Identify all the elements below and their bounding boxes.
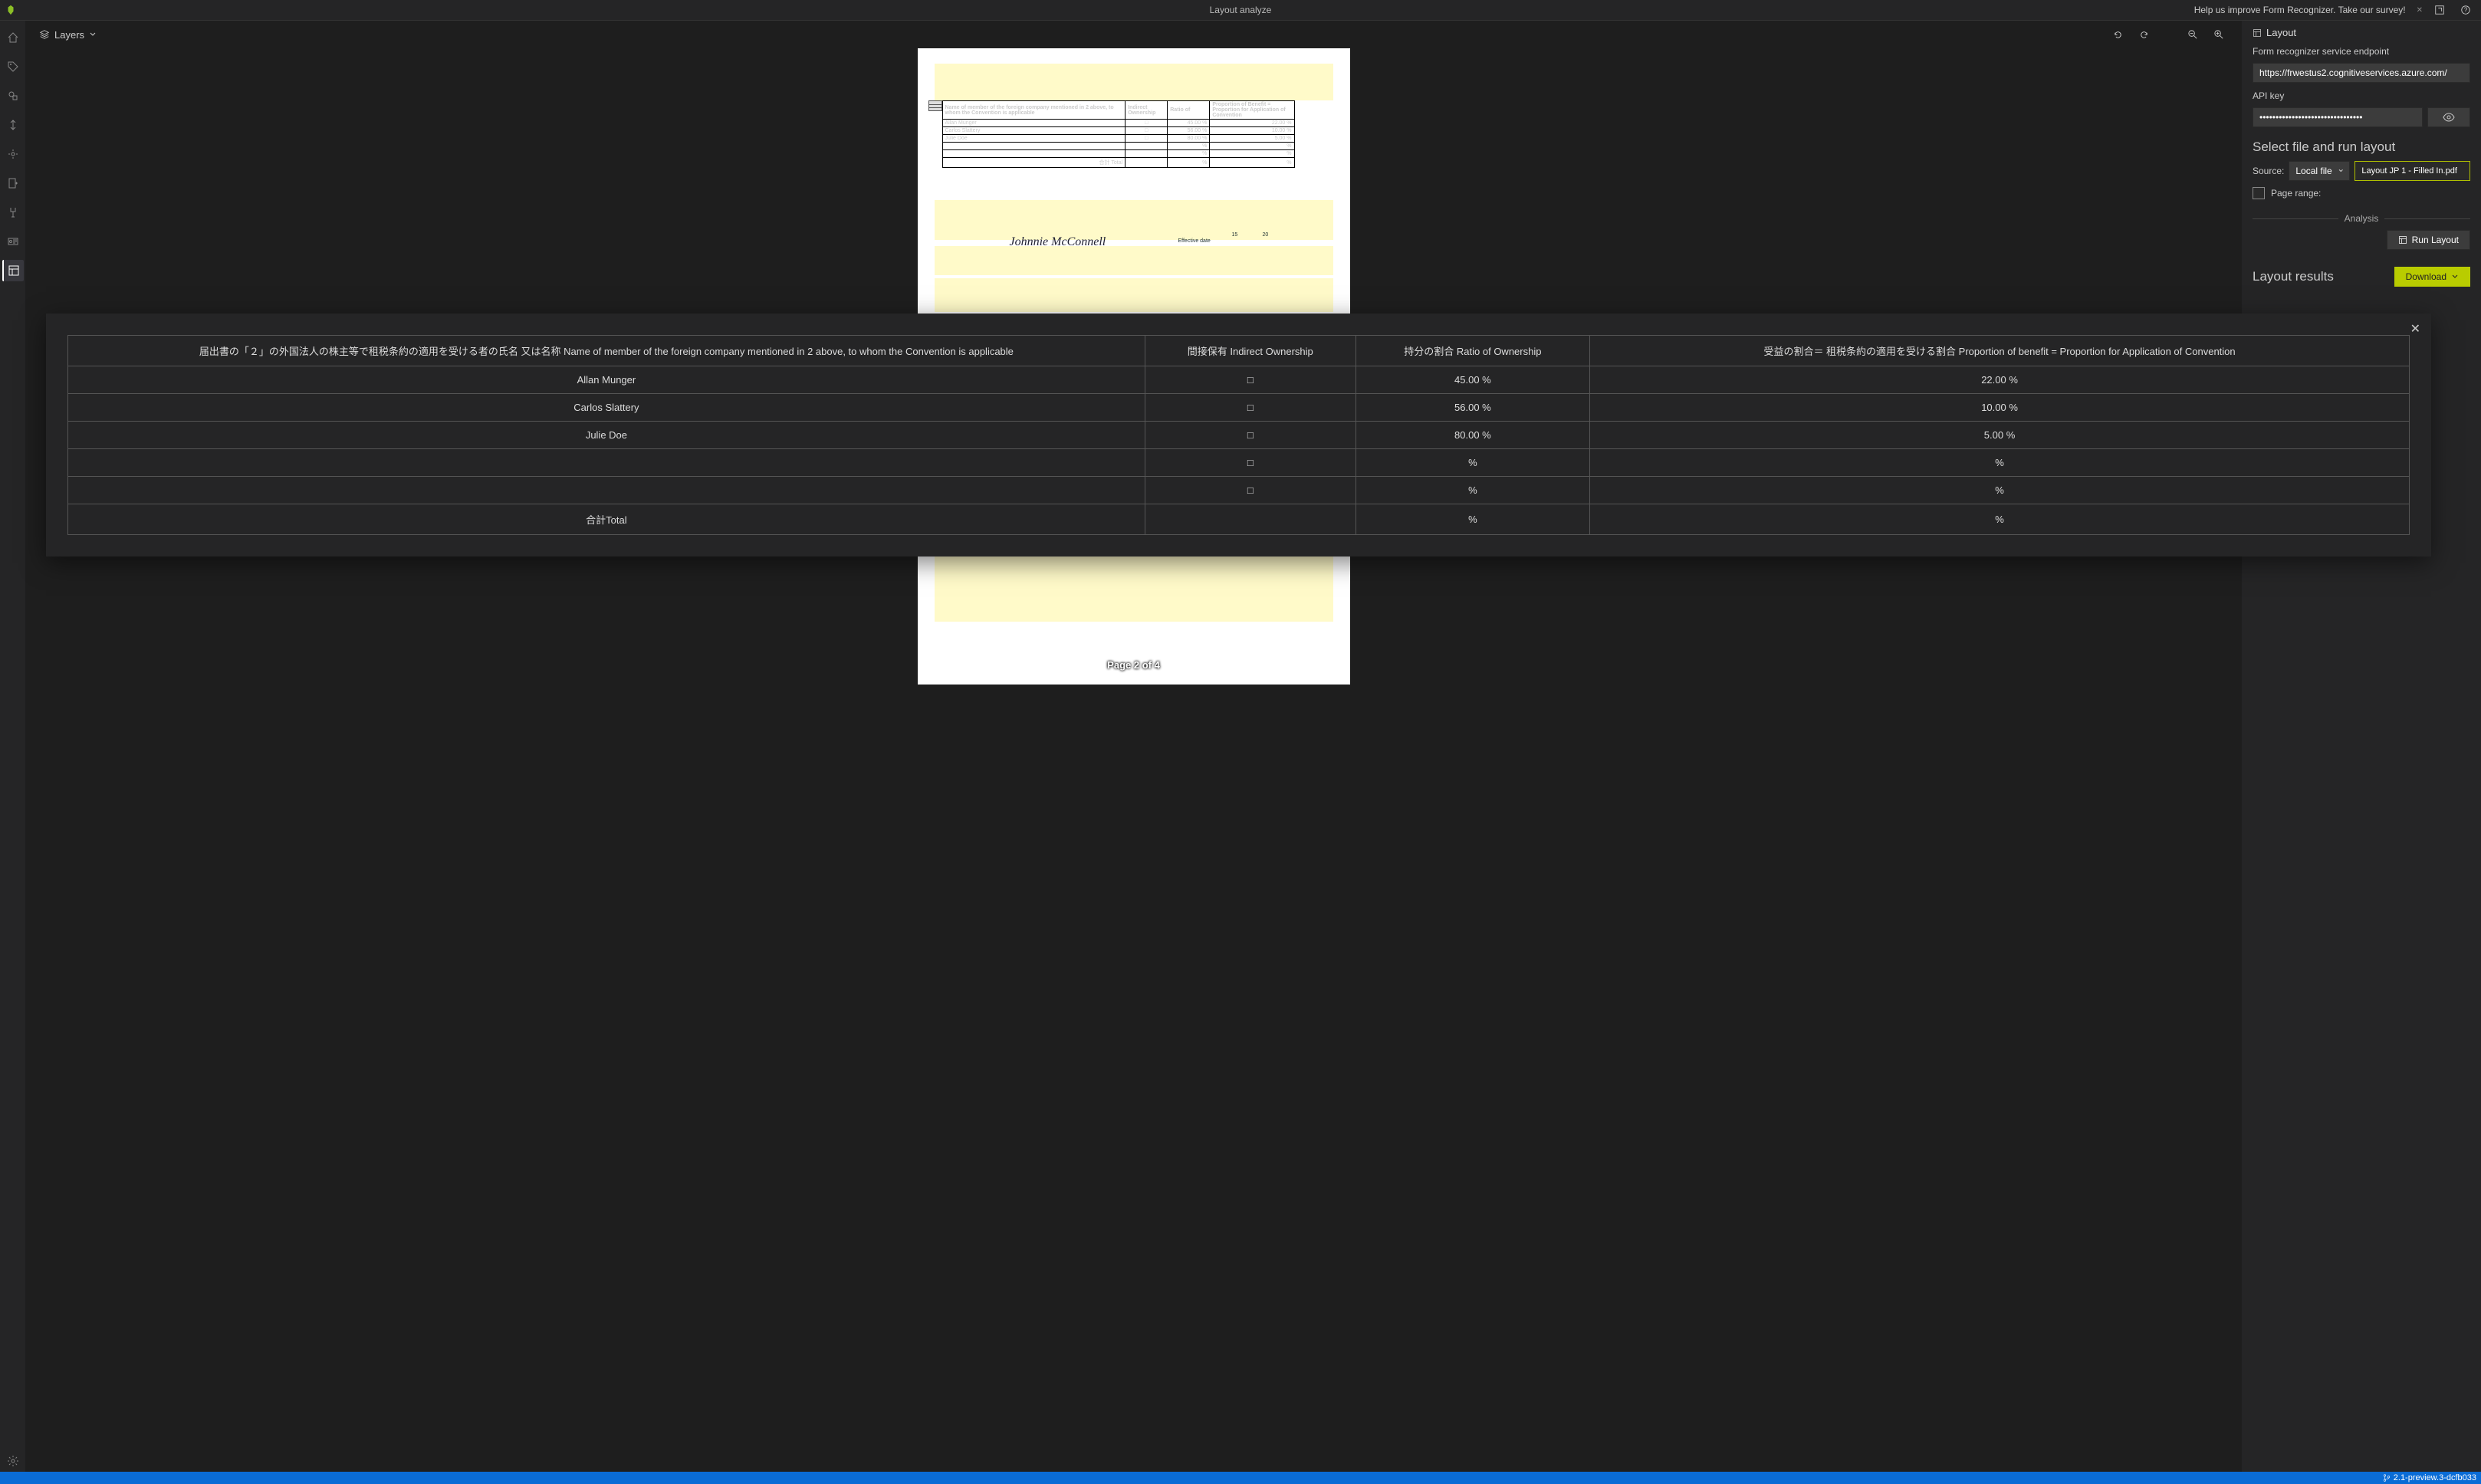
analysis-divider: Analysis	[2253, 213, 2470, 224]
close-icon[interactable]: ✕	[2410, 321, 2420, 337]
layout-heading-text: Layout	[2266, 27, 2296, 38]
run-layout-button[interactable]: Run Layout	[2387, 230, 2470, 250]
table-row: 合計Total%%	[68, 504, 2410, 535]
nav-shapes-icon[interactable]	[2, 85, 24, 107]
version-text: 2.1-preview.3-dcfb033	[2394, 1473, 2476, 1482]
extracted-table: 届出書の「２」の外国法人の株主等で租税条約の適用を受ける者の氏名 又は名称 Na…	[67, 335, 2410, 535]
file-selector[interactable]: Layout JP 1 - Filled In.pdf	[2354, 161, 2470, 181]
table-row: Julie Doe□80.00 %5.00 %	[68, 422, 2410, 449]
title-bar: Layout analyze Help us improve Form Reco…	[0, 0, 2481, 21]
zoom-in-icon[interactable]	[2210, 25, 2228, 44]
document-canvas[interactable]: Name of member of the foreign company me…	[25, 48, 2242, 1472]
svg-text:?: ?	[2464, 7, 2468, 14]
mini-th-2: Indirect Ownership	[1125, 101, 1168, 120]
window-title: Layout analyze	[1210, 5, 1272, 15]
eff-label: Effective date	[1178, 238, 1211, 245]
popout-icon[interactable]	[2430, 1, 2449, 19]
nav-settings-icon[interactable]	[2, 1450, 24, 1472]
source-select[interactable]: Local file	[2289, 161, 2350, 181]
status-bar: 2.1-preview.3-dcfb033	[0, 1472, 2481, 1484]
nav-layout-icon[interactable]	[2, 260, 24, 281]
nav-connect-icon[interactable]	[2, 202, 24, 223]
survey-link[interactable]: Help us improve Form Recognizer. Take ou…	[2194, 5, 2406, 15]
eff-date-y: 15	[1232, 232, 1238, 238]
download-button[interactable]: Download	[2394, 267, 2470, 287]
modal-th-1: 届出書の「２」の外国法人の株主等で租税条約の適用を受ける者の氏名 又は名称 Na…	[68, 336, 1145, 366]
modal-th-3: 持分の割合 Ratio of Ownership	[1356, 336, 1589, 366]
right-panel: Layout Form recognizer service endpoint …	[2242, 21, 2481, 1472]
chevron-down-icon	[2451, 273, 2459, 281]
nav-tag-icon[interactable]	[2, 56, 24, 77]
help-icon[interactable]: ?	[2456, 1, 2475, 19]
chevron-down-icon	[89, 31, 97, 38]
table-indicator-icon[interactable]	[928, 100, 942, 111]
source-label: Source:	[2253, 166, 2284, 176]
table-row: Allan Munger□45.00 %22.00 %	[68, 366, 2410, 394]
page-number: Page 2 of 4	[1107, 659, 1160, 671]
mini-th-4: Proportion of Benefit = Proportion for A…	[1210, 101, 1294, 120]
layout-heading: Layout	[2253, 27, 2470, 38]
select-file-heading: Select file and run layout	[2253, 140, 2470, 155]
mini-th-1: Name of member of the foreign company me…	[942, 101, 1125, 120]
table-modal: ✕ 届出書の「２」の外国法人の株主等で租税条約の適用を受ける者の氏名 又は名称 …	[46, 314, 2431, 556]
endpoint-input[interactable]	[2253, 63, 2470, 83]
signature-text: Johnnie McConnell	[1010, 235, 1106, 249]
mini-extracted-table: Name of member of the foreign company me…	[942, 100, 1295, 168]
undo-icon[interactable]	[2108, 25, 2127, 44]
apikey-label: API key	[2253, 90, 2470, 101]
endpoint-label: Form recognizer service endpoint	[2253, 46, 2470, 57]
app-logo-icon	[0, 0, 21, 21]
modal-th-2: 間接保有 Indirect Ownership	[1145, 336, 1356, 366]
survey-dismiss-icon[interactable]: ✕	[2417, 6, 2423, 15]
results-heading: Layout results	[2253, 269, 2334, 284]
nav-card-icon[interactable]	[2, 231, 24, 252]
table-row: □%%	[68, 477, 2410, 504]
layers-label: Layers	[54, 29, 84, 41]
table-row: □%%	[68, 449, 2410, 477]
mini-th-3: Ratio of	[1168, 101, 1210, 120]
modal-th-4: 受益の割合＝ 租税条約の適用を受ける割合 Proportion of benef…	[1590, 336, 2410, 366]
page-range-checkbox[interactable]	[2253, 187, 2265, 199]
page-range-label: Page range:	[2271, 188, 2321, 199]
left-sidebar	[0, 21, 25, 1472]
layers-dropdown[interactable]: Layers	[39, 29, 97, 41]
reveal-password-icon[interactable]	[2427, 107, 2470, 127]
nav-compose-icon[interactable]	[2, 114, 24, 136]
nav-train-icon[interactable]	[2, 143, 24, 165]
zoom-out-icon[interactable]	[2184, 25, 2202, 44]
nav-home-icon[interactable]	[2, 27, 24, 48]
eff-date-m: 20	[1263, 232, 1269, 238]
canvas-toolbar: Layers	[25, 21, 2242, 48]
redo-icon[interactable]	[2134, 25, 2153, 44]
nav-add-doc-icon[interactable]	[2, 172, 24, 194]
apikey-input[interactable]	[2253, 107, 2423, 127]
branch-icon	[2383, 1474, 2391, 1482]
table-row: Carlos Slattery□56.00 %10.00 %	[68, 394, 2410, 422]
